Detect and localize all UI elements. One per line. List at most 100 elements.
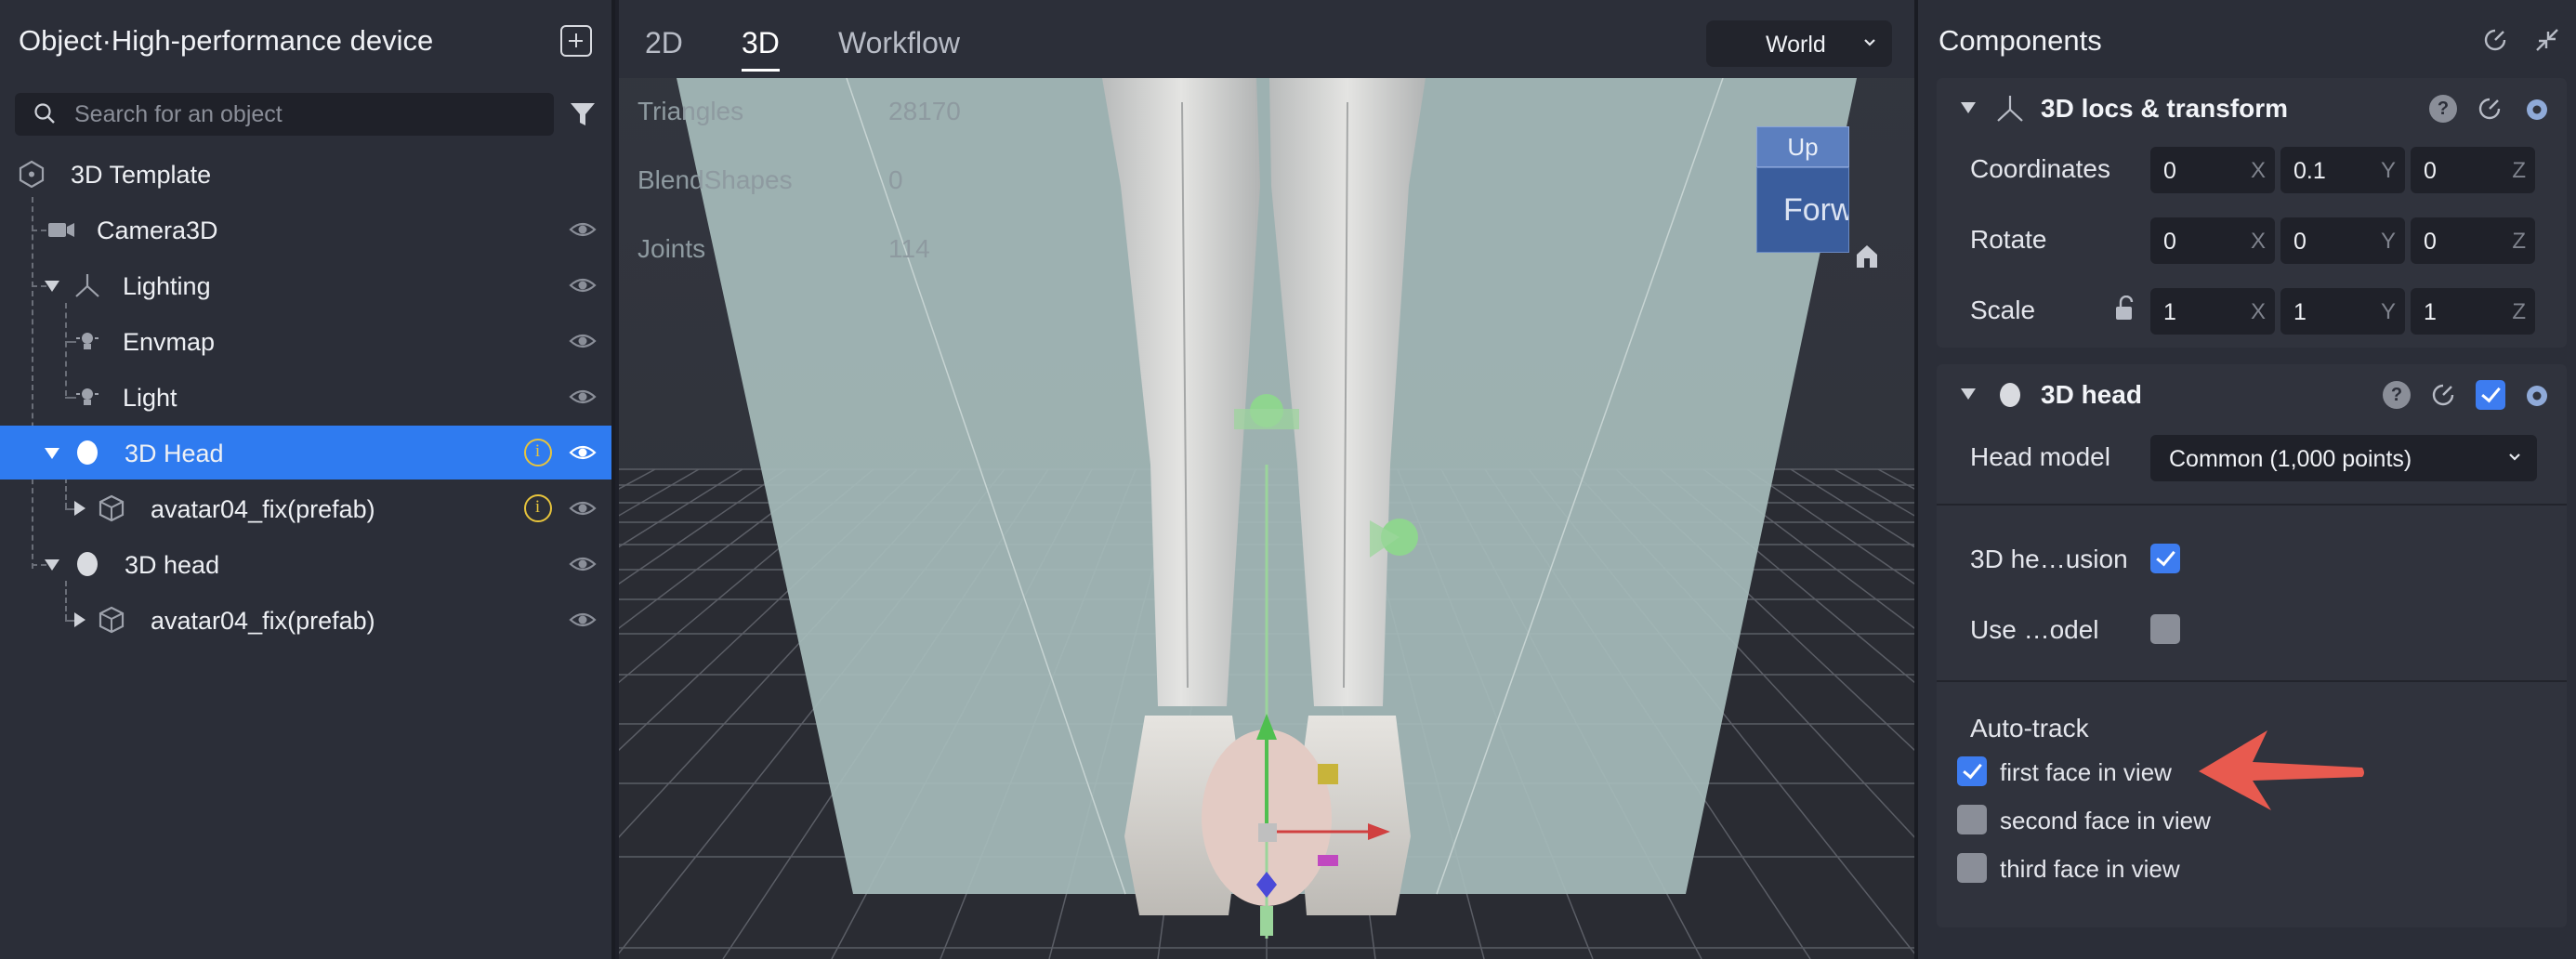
collapse-caret-icon[interactable] [1961,102,1976,113]
add-object-button[interactable] [560,25,592,57]
search-input[interactable] [74,99,539,129]
camera-icon [48,223,74,237]
coordinates-y-field[interactable]: 0.1 Y [2280,147,2405,193]
second-face-label: second face in view [2000,807,2211,834]
unlock-icon[interactable] [2113,296,2137,322]
occlusion-checkbox[interactable] [2150,544,2180,573]
tab-2d[interactable]: 2D [645,26,683,60]
view-cube-forward-face[interactable]: Forwar [1756,167,1849,253]
home-icon[interactable] [1855,243,1879,269]
hierarchy-panel: Object·High-performance device 3D Templa… [0,0,615,959]
chevron-down-icon [2509,453,2520,461]
info-warning-icon[interactable] [524,494,552,522]
transform-axes-icon [75,274,99,297]
eye-icon[interactable] [569,218,597,241]
space-mode-value: World [1766,32,1826,58]
expand-caret-icon[interactable] [74,612,85,627]
head-component-header[interactable]: 3D head ? [1937,364,2567,424]
head-icon [77,440,98,465]
tree-item-envmap[interactable]: Envmap [0,314,611,368]
tab-3d[interactable]: 3D [742,26,780,72]
viewport-tab-bar: 2D 3D Workflow World [619,0,1914,78]
use-model-label: Use …odel [1970,615,2099,644]
components-title: Components [1939,24,2102,57]
scene-canvas[interactable] [619,0,1914,959]
transform-component-card: 3D locs & transform ? Coordinates 0X 0.1… [1937,78,2567,348]
transform-component-header[interactable]: 3D locs & transform ? [1937,78,2567,138]
info-warning-icon[interactable] [524,439,552,466]
coordinates-z-field[interactable]: 0Z [2411,147,2535,193]
view-cube[interactable]: Up Forwar [1756,126,1849,253]
third-face-label: third face in view [2000,855,2180,883]
head-model-label: Head model [1970,442,2110,471]
tree-item-label: 3D head [125,551,220,579]
auto-track-label: Auto-track [1970,714,2089,742]
filter-icon[interactable] [569,100,597,128]
tree-item-label: Envmap [123,328,216,356]
collapse-caret-icon[interactable] [1961,388,1976,400]
expand-caret-icon[interactable] [74,501,85,516]
rotate-z-field[interactable]: 0Z [2411,217,2535,264]
eye-icon[interactable] [569,497,597,519]
tree-item-label: avatar04_fix(prefab) [151,607,375,635]
coordinates-label: Coordinates [1970,154,2110,183]
scale-y-field[interactable]: 1Y [2280,288,2405,335]
second-face-checkbox[interactable] [1957,805,1987,834]
scale-z-field[interactable]: 1Z [2411,288,2535,335]
tree-item-label: 3D Head [125,440,224,467]
tree-item-lighting[interactable]: Lighting [0,258,611,312]
eye-icon[interactable] [569,441,597,464]
help-icon[interactable]: ? [2383,381,2411,409]
tree-item-camera3d[interactable]: Camera3D [0,203,611,256]
collapse-caret-icon[interactable] [45,281,59,292]
settings-gear-icon[interactable] [2522,381,2552,411]
help-icon[interactable]: ? [2429,95,2457,123]
eye-icon[interactable] [569,274,597,296]
first-face-checkbox[interactable] [1957,756,1987,786]
object-search-box[interactable] [15,93,554,136]
scale-x-field[interactable]: 1X [2150,288,2275,335]
refresh-icon[interactable] [2481,26,2509,54]
enable-component-checkbox[interactable] [2476,380,2505,410]
search-icon [34,103,55,124]
tree-item-3d-head-selected[interactable]: 3D Head [0,426,611,480]
tree-item-label: 3D Template [71,161,212,189]
space-mode-dropdown[interactable]: World [1706,20,1892,67]
hexagon-icon [19,160,45,188]
head-component-name: 3D head [2041,380,2142,409]
eye-icon[interactable] [569,609,597,631]
tree-item-label: Light [123,384,177,412]
tree-item-avatar-prefab[interactable]: avatar04_fix(prefab) [0,481,611,535]
collapse-caret-icon[interactable] [45,448,59,459]
reset-icon[interactable] [2429,381,2457,409]
view-cube-up-face[interactable]: Up [1756,126,1849,167]
first-face-label: first face in view [2000,758,2172,786]
rotate-y-field[interactable]: 0Y [2280,217,2405,264]
tab-workflow[interactable]: Workflow [838,26,960,60]
tree-item-3d-template[interactable]: 3D Template [0,147,611,201]
use-model-checkbox[interactable] [2150,614,2180,644]
cube-icon [99,606,125,634]
reset-icon[interactable] [2476,95,2504,123]
eye-icon[interactable] [569,386,597,408]
tree-item-light[interactable]: Light [0,370,611,424]
scene-viewport[interactable]: 2D 3D Workflow World Triangles 28170 Ble… [619,0,1914,959]
collapse-caret-icon[interactable] [45,559,59,571]
eye-icon[interactable] [569,553,597,575]
tree-item-3d-head[interactable]: 3D head [0,537,611,591]
tree-item-label: Lighting [123,272,211,300]
settings-gear-icon[interactable] [2522,95,2552,125]
collapse-panel-icon[interactable] [2535,28,2559,52]
hierarchy-title: Object·High-performance device [19,24,434,57]
tree-item-avatar-prefab[interactable]: avatar04_fix(prefab) [0,593,611,647]
annotation-arrow-icon [2199,730,2364,810]
light-bulb-icon [76,388,99,405]
components-panel: Components 3D locs & transform ? Coordin… [1914,0,2576,959]
rotate-x-field[interactable]: 0X [2150,217,2275,264]
eye-icon[interactable] [569,330,597,352]
head-component-card: 3D head ? Head model Common (1,000 point… [1937,364,2567,927]
coordinates-x-field[interactable]: 0X [2150,147,2275,193]
third-face-checkbox[interactable] [1957,853,1987,883]
head-model-dropdown[interactable]: Common (1,000 points) [2150,435,2537,481]
scale-label: Scale [1970,296,2036,324]
